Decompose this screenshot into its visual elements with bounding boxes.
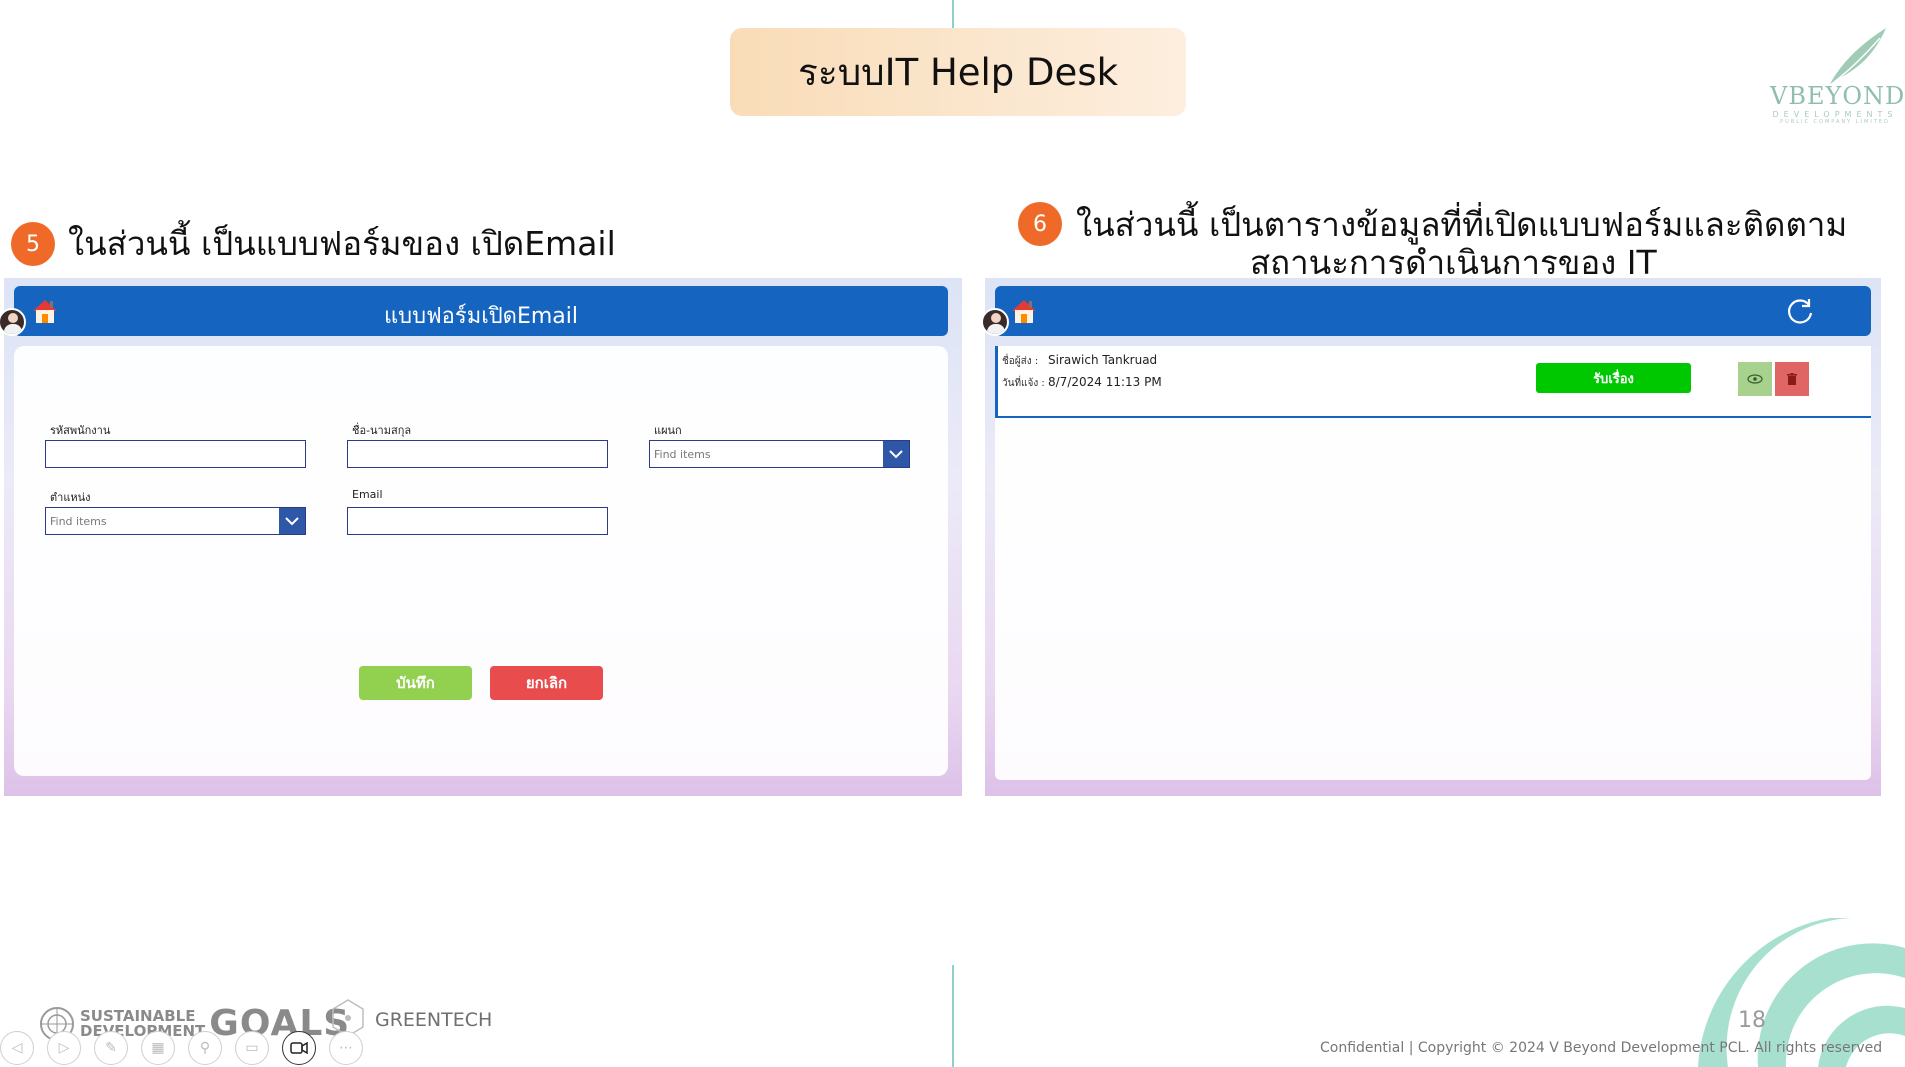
tracking-list-screen: ชื่อผู้ส่ง : Sirawich Tankruad วันที่แจ้… bbox=[981, 278, 1881, 796]
date-value: 8/7/2024 11:13 PM bbox=[1048, 375, 1162, 389]
cancel-button[interactable]: ยกเลิก bbox=[490, 666, 603, 700]
department-placeholder: Find items bbox=[654, 447, 711, 461]
logo-brand: VBEYOND bbox=[1770, 82, 1905, 110]
chevron-down-icon[interactable] bbox=[883, 441, 909, 467]
slides-grid-icon[interactable]: ▦ bbox=[141, 1031, 175, 1065]
center-divider-top bbox=[952, 0, 954, 28]
center-divider-bottom bbox=[952, 965, 954, 1067]
full-name-input[interactable] bbox=[347, 440, 608, 468]
pen-icon[interactable]: ✎ bbox=[94, 1031, 128, 1065]
next-slide-icon[interactable]: ▷ bbox=[47, 1031, 81, 1065]
trash-icon bbox=[1787, 373, 1797, 385]
section6-heading-line1: ในส่วนนี้ เป็นตารางข้อมูลที่ที่เปิดแบบฟอ… bbox=[1076, 205, 1848, 244]
zoom-icon[interactable]: ⚲ bbox=[188, 1031, 222, 1065]
avatar[interactable] bbox=[981, 308, 1009, 336]
sender-label: ชื่อผู้ส่ง : bbox=[1002, 356, 1039, 367]
position-label: ตำแหน่ง bbox=[50, 491, 91, 504]
slide-title: ระบบIT Help Desk bbox=[730, 28, 1186, 116]
employee-id-label: รหัสพนักงาน bbox=[50, 424, 111, 437]
full-name-label: ชื่อ-นามสกุล bbox=[352, 424, 412, 437]
eye-icon bbox=[1747, 374, 1763, 384]
form-card: รหัสพนักงาน ชื่อ-นามสกุล แผนก Find items… bbox=[14, 346, 948, 776]
step-badge-6: 6 bbox=[1018, 202, 1062, 246]
chevron-down-icon[interactable] bbox=[279, 508, 305, 534]
copyright-text: Confidential | Copyright © 2024 V Beyond… bbox=[1320, 1040, 1883, 1056]
section5-heading: ในส่วนนี้ เป็นแบบฟอร์มของ เปิดEmail bbox=[68, 224, 616, 263]
greentech-label: GREENTECH bbox=[375, 1009, 493, 1031]
email-form-screen: แบบฟอร์มเปิดEmail รหัสพนักงาน ชื่อ-นามสก… bbox=[0, 278, 962, 796]
email-input[interactable] bbox=[347, 507, 608, 535]
department-label: แผนก bbox=[654, 424, 682, 437]
department-dropdown[interactable]: Find items bbox=[649, 440, 910, 468]
save-button[interactable]: บันทึก bbox=[359, 666, 472, 700]
view-button[interactable] bbox=[1738, 362, 1772, 396]
form-appbar: แบบฟอร์มเปิดEmail bbox=[0, 286, 948, 336]
accept-button[interactable]: รับเรื่อง bbox=[1536, 363, 1691, 393]
position-dropdown[interactable]: Find items bbox=[45, 507, 306, 535]
employee-id-input[interactable] bbox=[45, 440, 306, 468]
more-options-icon[interactable]: ⋯ bbox=[329, 1031, 363, 1065]
list-item[interactable]: ชื่อผู้ส่ง : Sirawich Tankruad วันที่แจ้… bbox=[995, 346, 1871, 418]
logo-sub: DEVELOPMENTS bbox=[1772, 110, 1898, 119]
date-label: วันที่แจ้ง : bbox=[1002, 378, 1045, 389]
previous-slide-icon[interactable]: ◁ bbox=[0, 1031, 34, 1065]
list-card: ชื่อผู้ส่ง : Sirawich Tankruad วันที่แจ้… bbox=[995, 346, 1871, 780]
feather-icon bbox=[1830, 28, 1886, 84]
sender-value: Sirawich Tankruad bbox=[1048, 353, 1158, 367]
position-placeholder: Find items bbox=[50, 514, 107, 528]
form-title: แบบฟอร์มเปิดEmail bbox=[383, 304, 579, 329]
logo-sub2: PUBLIC COMPANY LIMITED bbox=[1780, 119, 1890, 125]
camera-icon[interactable] bbox=[282, 1031, 316, 1065]
vbeyond-logo: VBEYOND DEVELOPMENTS PUBLIC COMPANY LIMI… bbox=[1770, 26, 1905, 126]
list-appbar bbox=[981, 286, 1871, 336]
step-badge-5: 5 bbox=[11, 222, 55, 266]
page-number: 18 bbox=[1738, 1008, 1766, 1033]
subtitles-icon[interactable]: ▭ bbox=[235, 1031, 269, 1065]
presentation-controls: ◁ ▷ ✎ ▦ ⚲ ▭ ⋯ bbox=[0, 1031, 363, 1065]
email-label: Email bbox=[352, 488, 383, 501]
home-icon[interactable] bbox=[1009, 296, 1039, 326]
refresh-icon[interactable] bbox=[1785, 296, 1815, 326]
delete-button[interactable] bbox=[1775, 362, 1809, 396]
section6-heading-line2: สถานะการดำเนินการของ IT bbox=[1250, 243, 1657, 282]
